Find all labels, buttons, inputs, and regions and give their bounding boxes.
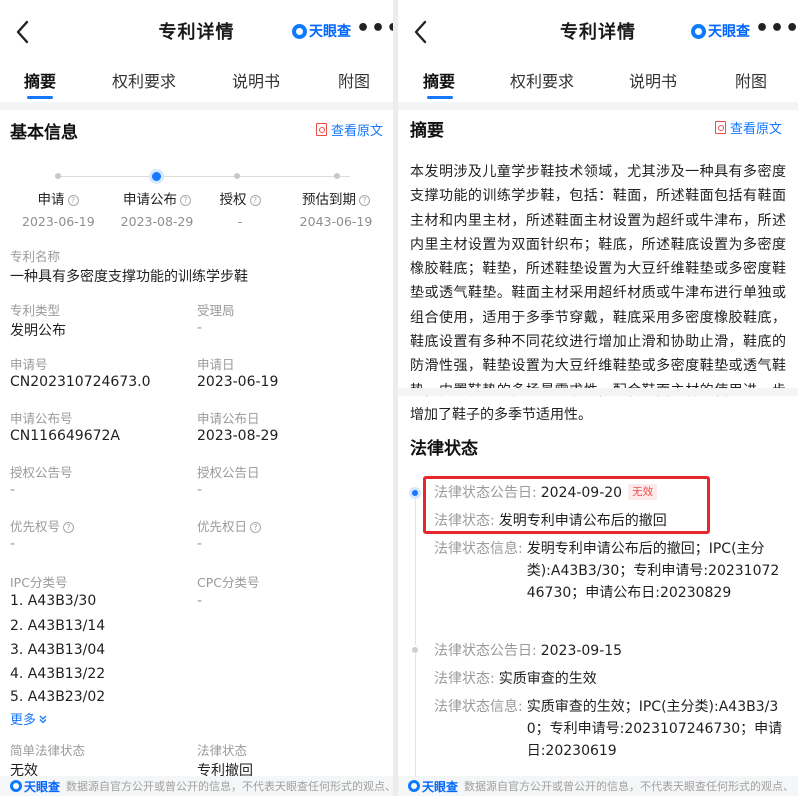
tab-drawings[interactable]: 附图 [735,68,767,92]
publication-number-value[interactable]: CN116649672A [10,428,120,444]
status-info-row: 法律状态信息: 发明专利申请公布后的撤回；IPC(主分类):A43B3/30；专利… [434,541,780,601]
brand-logo: 天眼查 [691,21,750,41]
section-divider [398,102,798,110]
show-more-link[interactable]: 更多 [10,709,48,728]
timeline-step: 预估到期? 2043-06-19 [299,192,373,229]
help-icon[interactable]: ? [63,522,75,533]
legal-timeline-rail [415,654,416,776]
annotation-highlight-box [423,476,710,534]
tab-description[interactable]: 说明书 [629,68,677,92]
timeline-step: 申请? 2023-06-19 [22,192,95,229]
help-icon[interactable]: ? [249,195,261,206]
priority-number-value: - [10,536,16,552]
footer-brand: 天眼查 [408,778,458,795]
footer-disclaimer: 天眼查 数据源自官方公开或曾公开的信息，不代表天眼查任何形式的观点、 [398,776,798,796]
active-tab-indicator [427,96,453,99]
view-original-link[interactable]: 查看原文 [715,118,782,137]
ipc-item: 3. A43B13/04 [10,642,106,658]
pdf-icon [316,123,327,136]
ipc-item: 2. A43B13/14 [10,618,106,634]
timeline-step-current: 申请公布? 2023-08-29 [120,192,194,229]
timeline-dot [55,173,61,179]
help-icon[interactable]: ? [250,522,262,533]
field-label: CPC分类号 [197,575,260,590]
brand-logo-icon [691,23,706,39]
brand-logo-icon [408,780,420,792]
help-icon[interactable]: ? [180,195,191,206]
field-label: 授权公告号 [10,465,73,480]
view-original-link[interactable]: 查看原文 [316,120,383,139]
legal-timeline-dot [412,647,418,653]
tab-abstract[interactable]: 摘要 [423,68,455,92]
legal-timeline-dot-current [412,490,418,496]
field-label: 申请日 [197,357,235,372]
status-info-row: 法律状态信息: 实质审查的生效；IPC(主分类):A43B3/30；专利申请号:2… [434,699,783,759]
status-row: 法律状态: 实质审查的生效 [434,671,597,687]
help-icon[interactable]: ? [359,195,370,206]
brand-logo: 天眼查 [292,21,351,41]
more-menu-icon[interactable]: ••• [755,18,798,40]
timeline-dot-current [152,172,161,181]
section-title-basic-info: 基本信息 [10,123,78,143]
section-divider [0,102,393,110]
section-title-legal-status: 法律状态 [410,439,478,459]
header: 专利详情 天眼查 ••• [0,0,393,62]
patent-name: 一种具有多密度支撑功能的训练学步鞋 [10,269,248,285]
tab-drawings[interactable]: 附图 [338,68,370,92]
field-label: 受理局 [197,303,235,318]
help-icon[interactable]: ? [67,195,79,206]
tab-bar: 摘要 权利要求 说明书 附图 [0,62,393,102]
pdf-icon [715,121,726,134]
brand-logo-icon [10,780,22,792]
application-date-value: 2023-06-19 [197,374,279,390]
more-menu-icon[interactable]: ••• [356,18,393,40]
field-label: 简单法律状态 [10,743,86,758]
footer-brand: 天眼查 [10,778,60,795]
tab-bar: 摘要 权利要求 说明书 附图 [398,62,798,102]
active-tab-indicator [27,96,53,99]
field-label: 优先权日? [197,516,262,535]
tab-claims[interactable]: 权利要求 [510,68,574,92]
field-label: 授权公告日 [197,465,260,480]
field-label: 申请号 [10,357,48,372]
field-label: 法律状态 [197,743,248,758]
double-chevron-down-icon [39,715,47,724]
field-label: IPC分类号 [10,575,68,590]
receiving-office-value: - [197,320,203,336]
legal-timeline-rail [415,497,416,645]
left-screen: 专利详情 天眼查 ••• 摘要 权利要求 说明书 附图 基本信息 查看原文 申请… [0,0,393,796]
field-label: 专利名称 [10,249,61,264]
timeline-track [58,176,350,177]
field-label: 优先权号? [10,516,75,535]
footer-disclaimer: 天眼查 数据源自官方公开或曾公开的信息，不代表天眼查任何形式的观点、 [0,776,393,796]
timeline-dot [334,173,340,179]
brand-logo-icon [292,23,307,39]
field-label: 申请公布日 [197,411,260,426]
ipc-item: 4. A43B13/22 [10,666,106,682]
timeline-dot [234,173,240,179]
application-number-value[interactable]: CN202310724673.0 [10,374,151,390]
announcement-date-row: 法律状态公告日: 2023-09-15 [434,643,623,659]
patent-type-value: 发明公布 [10,323,66,339]
tab-abstract[interactable]: 摘要 [24,68,56,92]
section-divider [398,388,798,396]
legal-status-entry: 法律状态公告日: 2023-09-15 法律状态: 实质审查的生效 法律状态信息: 实… [434,640,788,768]
timeline-step: 授权? - [212,188,268,229]
publication-date-value: 2023-08-29 [197,428,279,444]
cpc-value: - [197,593,203,609]
priority-date-value: - [197,536,203,552]
grant-number-value: - [10,482,16,498]
ipc-item: 5. A43B23/02 [10,689,106,705]
field-label: 专利类型 [10,303,61,318]
tab-description[interactable]: 说明书 [232,68,280,92]
header: 专利详情 天眼查 ••• [398,0,798,62]
grant-date-value: - [197,482,203,498]
field-label: 申请公布号 [10,411,73,426]
right-screen: 专利详情 天眼查 ••• 摘要 权利要求 说明书 附图 摘要 查看原文 本发明涉… [398,0,798,796]
section-title-abstract: 摘要 [410,121,444,141]
ipc-item: 1. A43B3/30 [10,593,97,609]
tab-claims[interactable]: 权利要求 [112,68,176,92]
